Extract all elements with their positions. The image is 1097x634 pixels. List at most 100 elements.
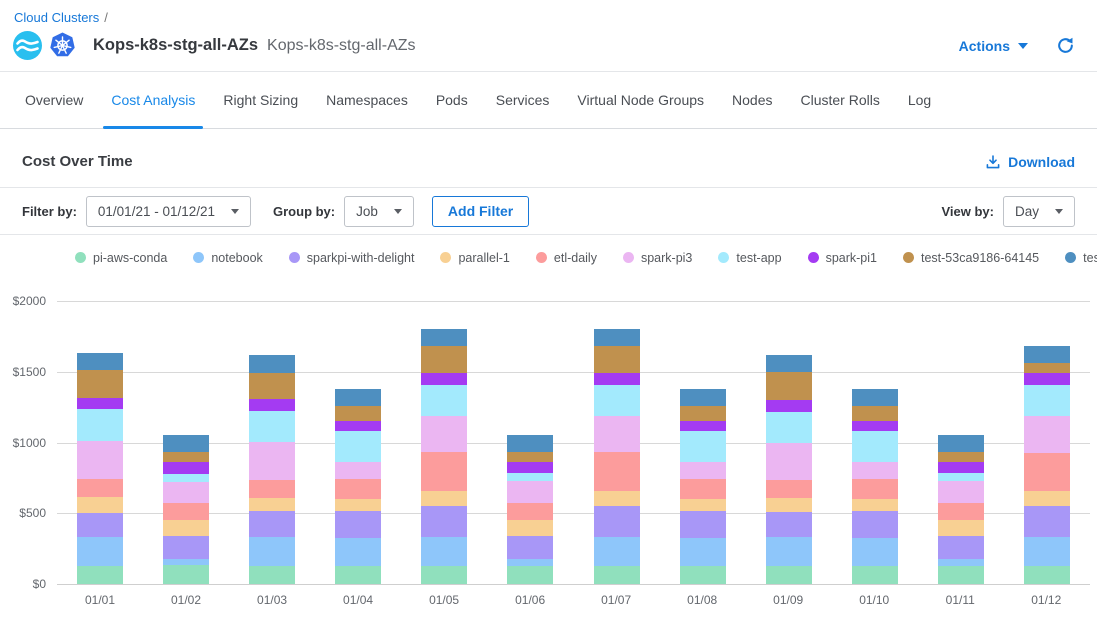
bar-segment-spark-pi1[interactable] (766, 400, 812, 412)
bar-segment-test-53ca9186-64145[interactable] (163, 452, 209, 462)
legend-item-test-53ca9186-64145[interactable]: test-53ca9186-64145 (903, 251, 1039, 265)
bar-segment-parallel-1[interactable] (507, 520, 553, 536)
bar-segment-sparkpi-with-delight[interactable] (249, 511, 295, 537)
legend-item-pi-aws-conda[interactable]: pi-aws-conda (75, 251, 167, 265)
bar-segment-test-pkix[interactable] (594, 329, 640, 347)
group-by-select[interactable]: Job (344, 196, 414, 227)
bar-segment-test-53ca9186-64145[interactable] (1024, 363, 1070, 373)
view-by-select[interactable]: Day (1003, 196, 1075, 227)
bar-segment-test-app[interactable] (766, 412, 812, 442)
bar-segment-sparkpi-with-delight[interactable] (163, 536, 209, 559)
bar-segment-spark-pi3[interactable] (594, 416, 640, 453)
bar-segment-test-app[interactable] (1024, 385, 1070, 415)
bar-segment-parallel-1[interactable] (249, 498, 295, 511)
legend-item-parallel-1[interactable]: parallel-1 (440, 251, 509, 265)
bar-segment-etl-daily[interactable] (852, 479, 898, 499)
bar-segment-etl-daily[interactable] (507, 503, 553, 521)
bar-segment-sparkpi-with-delight[interactable] (938, 536, 984, 559)
bar-segment-pi-aws-conda[interactable] (421, 566, 467, 584)
bar-segment-notebook[interactable] (335, 538, 381, 566)
bar-segment-etl-daily[interactable] (421, 452, 467, 491)
bar-segment-notebook[interactable] (77, 537, 123, 565)
bar-segment-etl-daily[interactable] (680, 479, 726, 499)
bar-segment-spark-pi1[interactable] (938, 462, 984, 473)
bar-segment-sparkpi-with-delight[interactable] (852, 511, 898, 538)
bar-segment-parallel-1[interactable] (594, 491, 640, 506)
bar-segment-spark-pi1[interactable] (421, 373, 467, 385)
bar-segment-spark-pi1[interactable] (77, 398, 123, 409)
bar-segment-spark-pi1[interactable] (680, 421, 726, 432)
bar-segment-parallel-1[interactable] (852, 499, 898, 511)
bar-segment-sparkpi-with-delight[interactable] (77, 513, 123, 537)
bar-segment-pi-aws-conda[interactable] (680, 566, 726, 584)
bar-segment-pi-aws-conda[interactable] (507, 566, 553, 584)
tab-log[interactable]: Log (894, 72, 945, 128)
bar-segment-etl-daily[interactable] (938, 503, 984, 521)
legend-item-notebook[interactable]: notebook (193, 251, 262, 265)
bar-segment-test-pkix[interactable] (335, 389, 381, 406)
bar-segment-test-app[interactable] (594, 385, 640, 415)
bar-segment-test-app[interactable] (77, 409, 123, 441)
legend-item-sparkpi-with-delight[interactable]: sparkpi-with-delight (289, 251, 415, 265)
bar-segment-test-53ca9186-64145[interactable] (249, 373, 295, 400)
bar-segment-test-53ca9186-64145[interactable] (938, 452, 984, 461)
tab-overview[interactable]: Overview (11, 72, 97, 128)
bar-segment-test-53ca9186-64145[interactable] (507, 452, 553, 461)
legend-item-spark-pi3[interactable]: spark-pi3 (623, 251, 692, 265)
bar-segment-notebook[interactable] (766, 537, 812, 566)
bar-segment-test-app[interactable] (421, 385, 467, 415)
tab-right-sizing[interactable]: Right Sizing (209, 72, 312, 128)
bar-segment-notebook[interactable] (852, 538, 898, 566)
bar-segment-spark-pi3[interactable] (1024, 416, 1070, 454)
bar-segment-test-53ca9186-64145[interactable] (852, 406, 898, 420)
bar-segment-etl-daily[interactable] (249, 480, 295, 498)
bar-segment-test-pkix[interactable] (766, 355, 812, 372)
bar-segment-test-53ca9186-64145[interactable] (335, 406, 381, 420)
bar-segment-parallel-1[interactable] (77, 497, 123, 513)
bar-segment-etl-daily[interactable] (335, 479, 381, 499)
bar-segment-etl-daily[interactable] (766, 480, 812, 498)
bar-segment-test-pkix[interactable] (507, 435, 553, 452)
tab-nodes[interactable]: Nodes (718, 72, 786, 128)
bar-segment-test-53ca9186-64145[interactable] (680, 406, 726, 420)
bar-segment-spark-pi3[interactable] (852, 462, 898, 480)
bar-segment-spark-pi1[interactable] (1024, 373, 1070, 385)
bar-segment-pi-aws-conda[interactable] (163, 565, 209, 584)
bar-segment-sparkpi-with-delight[interactable] (766, 512, 812, 538)
bar-segment-notebook[interactable] (249, 537, 295, 566)
bar-segment-sparkpi-with-delight[interactable] (594, 506, 640, 536)
bar-segment-test-app[interactable] (680, 431, 726, 461)
bar-segment-pi-aws-conda[interactable] (1024, 566, 1070, 584)
bar-segment-test-app[interactable] (249, 411, 295, 441)
bar-segment-spark-pi1[interactable] (852, 421, 898, 432)
bar-segment-parallel-1[interactable] (938, 520, 984, 536)
bar-segment-spark-pi3[interactable] (249, 442, 295, 480)
bar-segment-test-app[interactable] (163, 474, 209, 483)
bar-segment-pi-aws-conda[interactable] (938, 566, 984, 584)
bar-segment-spark-pi1[interactable] (249, 399, 295, 411)
bar-segment-parallel-1[interactable] (335, 499, 381, 511)
bar-segment-pi-aws-conda[interactable] (77, 566, 123, 584)
tab-pods[interactable]: Pods (422, 72, 482, 128)
bar-segment-etl-daily[interactable] (77, 479, 123, 497)
bar-segment-pi-aws-conda[interactable] (594, 566, 640, 584)
bar-segment-test-53ca9186-64145[interactable] (421, 346, 467, 373)
bar-segment-spark-pi3[interactable] (680, 462, 726, 480)
bar-segment-parallel-1[interactable] (680, 499, 726, 511)
bar-segment-test-pkix[interactable] (938, 435, 984, 452)
bar-segment-parallel-1[interactable] (163, 520, 209, 536)
bar-segment-etl-daily[interactable] (1024, 453, 1070, 491)
bar-segment-test-pkix[interactable] (421, 329, 467, 347)
bar-segment-spark-pi1[interactable] (163, 462, 209, 473)
bar-segment-test-app[interactable] (852, 431, 898, 461)
bar-segment-sparkpi-with-delight[interactable] (507, 536, 553, 559)
add-filter-button[interactable]: Add Filter (432, 196, 529, 227)
bar-segment-sparkpi-with-delight[interactable] (1024, 506, 1070, 537)
bar-segment-pi-aws-conda[interactable] (249, 566, 295, 584)
refresh-button[interactable] (1056, 36, 1075, 55)
bar-segment-sparkpi-with-delight[interactable] (680, 511, 726, 538)
bar-segment-spark-pi1[interactable] (507, 462, 553, 473)
bar-segment-parallel-1[interactable] (421, 491, 467, 506)
bar-segment-spark-pi1[interactable] (335, 421, 381, 432)
bar-segment-test-pkix[interactable] (249, 355, 295, 373)
